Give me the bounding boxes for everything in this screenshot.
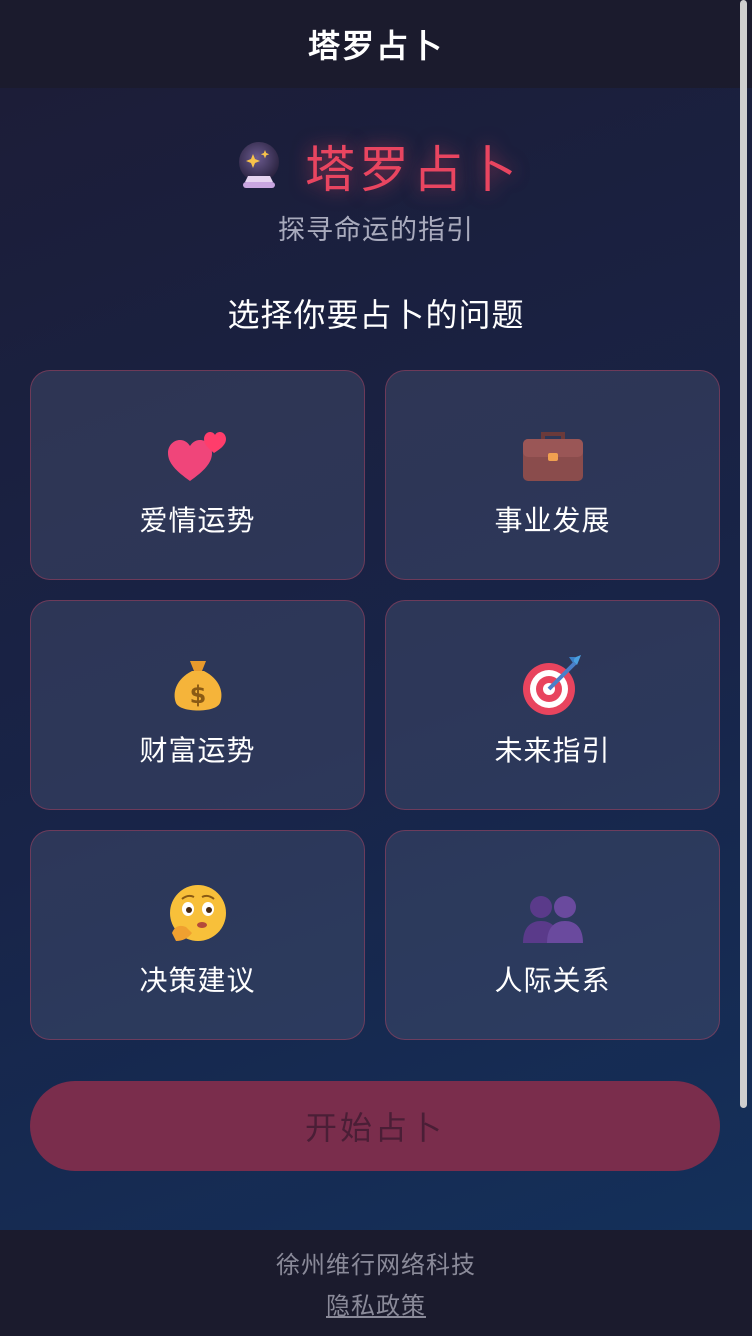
- section-title: 选择你要占卜的问题: [227, 296, 525, 334]
- hero-header: 塔罗占卜: [0, 130, 752, 202]
- topic-card-future[interactable]: 未来指引: [385, 600, 720, 810]
- thinking-face-icon: [169, 885, 226, 941]
- topic-label: 财富运势: [139, 734, 256, 767]
- topic-card-wealth[interactable]: $ 财富运势: [30, 600, 365, 810]
- topic-label: 人际关系: [494, 964, 611, 997]
- top-bar: 塔罗占卜: [0, 0, 752, 88]
- svg-text:$: $: [189, 681, 206, 709]
- people-icon: [522, 896, 583, 943]
- privacy-policy-link[interactable]: 隐私政策: [326, 1286, 426, 1321]
- topic-card-decision[interactable]: 决策建议: [30, 830, 365, 1040]
- topic-grid: 爱情运势 事业发展 $ 财富运势 未来指引 决策建议 人际关系: [30, 370, 720, 1040]
- footer-company: 徐州维行网络科技: [276, 1251, 476, 1279]
- topic-card-love[interactable]: 爱情运势: [30, 370, 365, 580]
- app-title: 塔罗占卜: [307, 27, 444, 65]
- topic-label: 决策建议: [139, 964, 256, 997]
- topic-label: 爱情运势: [139, 504, 256, 537]
- topic-label: 事业发展: [494, 504, 611, 537]
- topic-card-relationships[interactable]: 人际关系: [385, 830, 720, 1040]
- crystal-ball-icon: [239, 142, 279, 188]
- footer: 徐州维行网络科技 隐私政策: [0, 1230, 752, 1336]
- start-reading-button[interactable]: 开始占卜: [30, 1081, 720, 1171]
- hero-subtitle: 探寻命运的指引: [278, 215, 474, 246]
- briefcase-icon: [522, 432, 583, 481]
- topic-label: 未来指引: [494, 734, 611, 767]
- main-content: 塔罗占卜 探寻命运的指引 选择你要占卜的问题 爱情运势 事业发展 $ 财富运势 …: [0, 88, 752, 1230]
- topic-card-career[interactable]: 事业发展: [385, 370, 720, 580]
- money-bag-icon: $: [174, 661, 221, 711]
- hero-title: 塔罗占卜: [305, 141, 521, 199]
- scrollbar[interactable]: [740, 0, 747, 1108]
- two-hearts-icon: [167, 432, 226, 481]
- target-icon: [522, 655, 581, 715]
